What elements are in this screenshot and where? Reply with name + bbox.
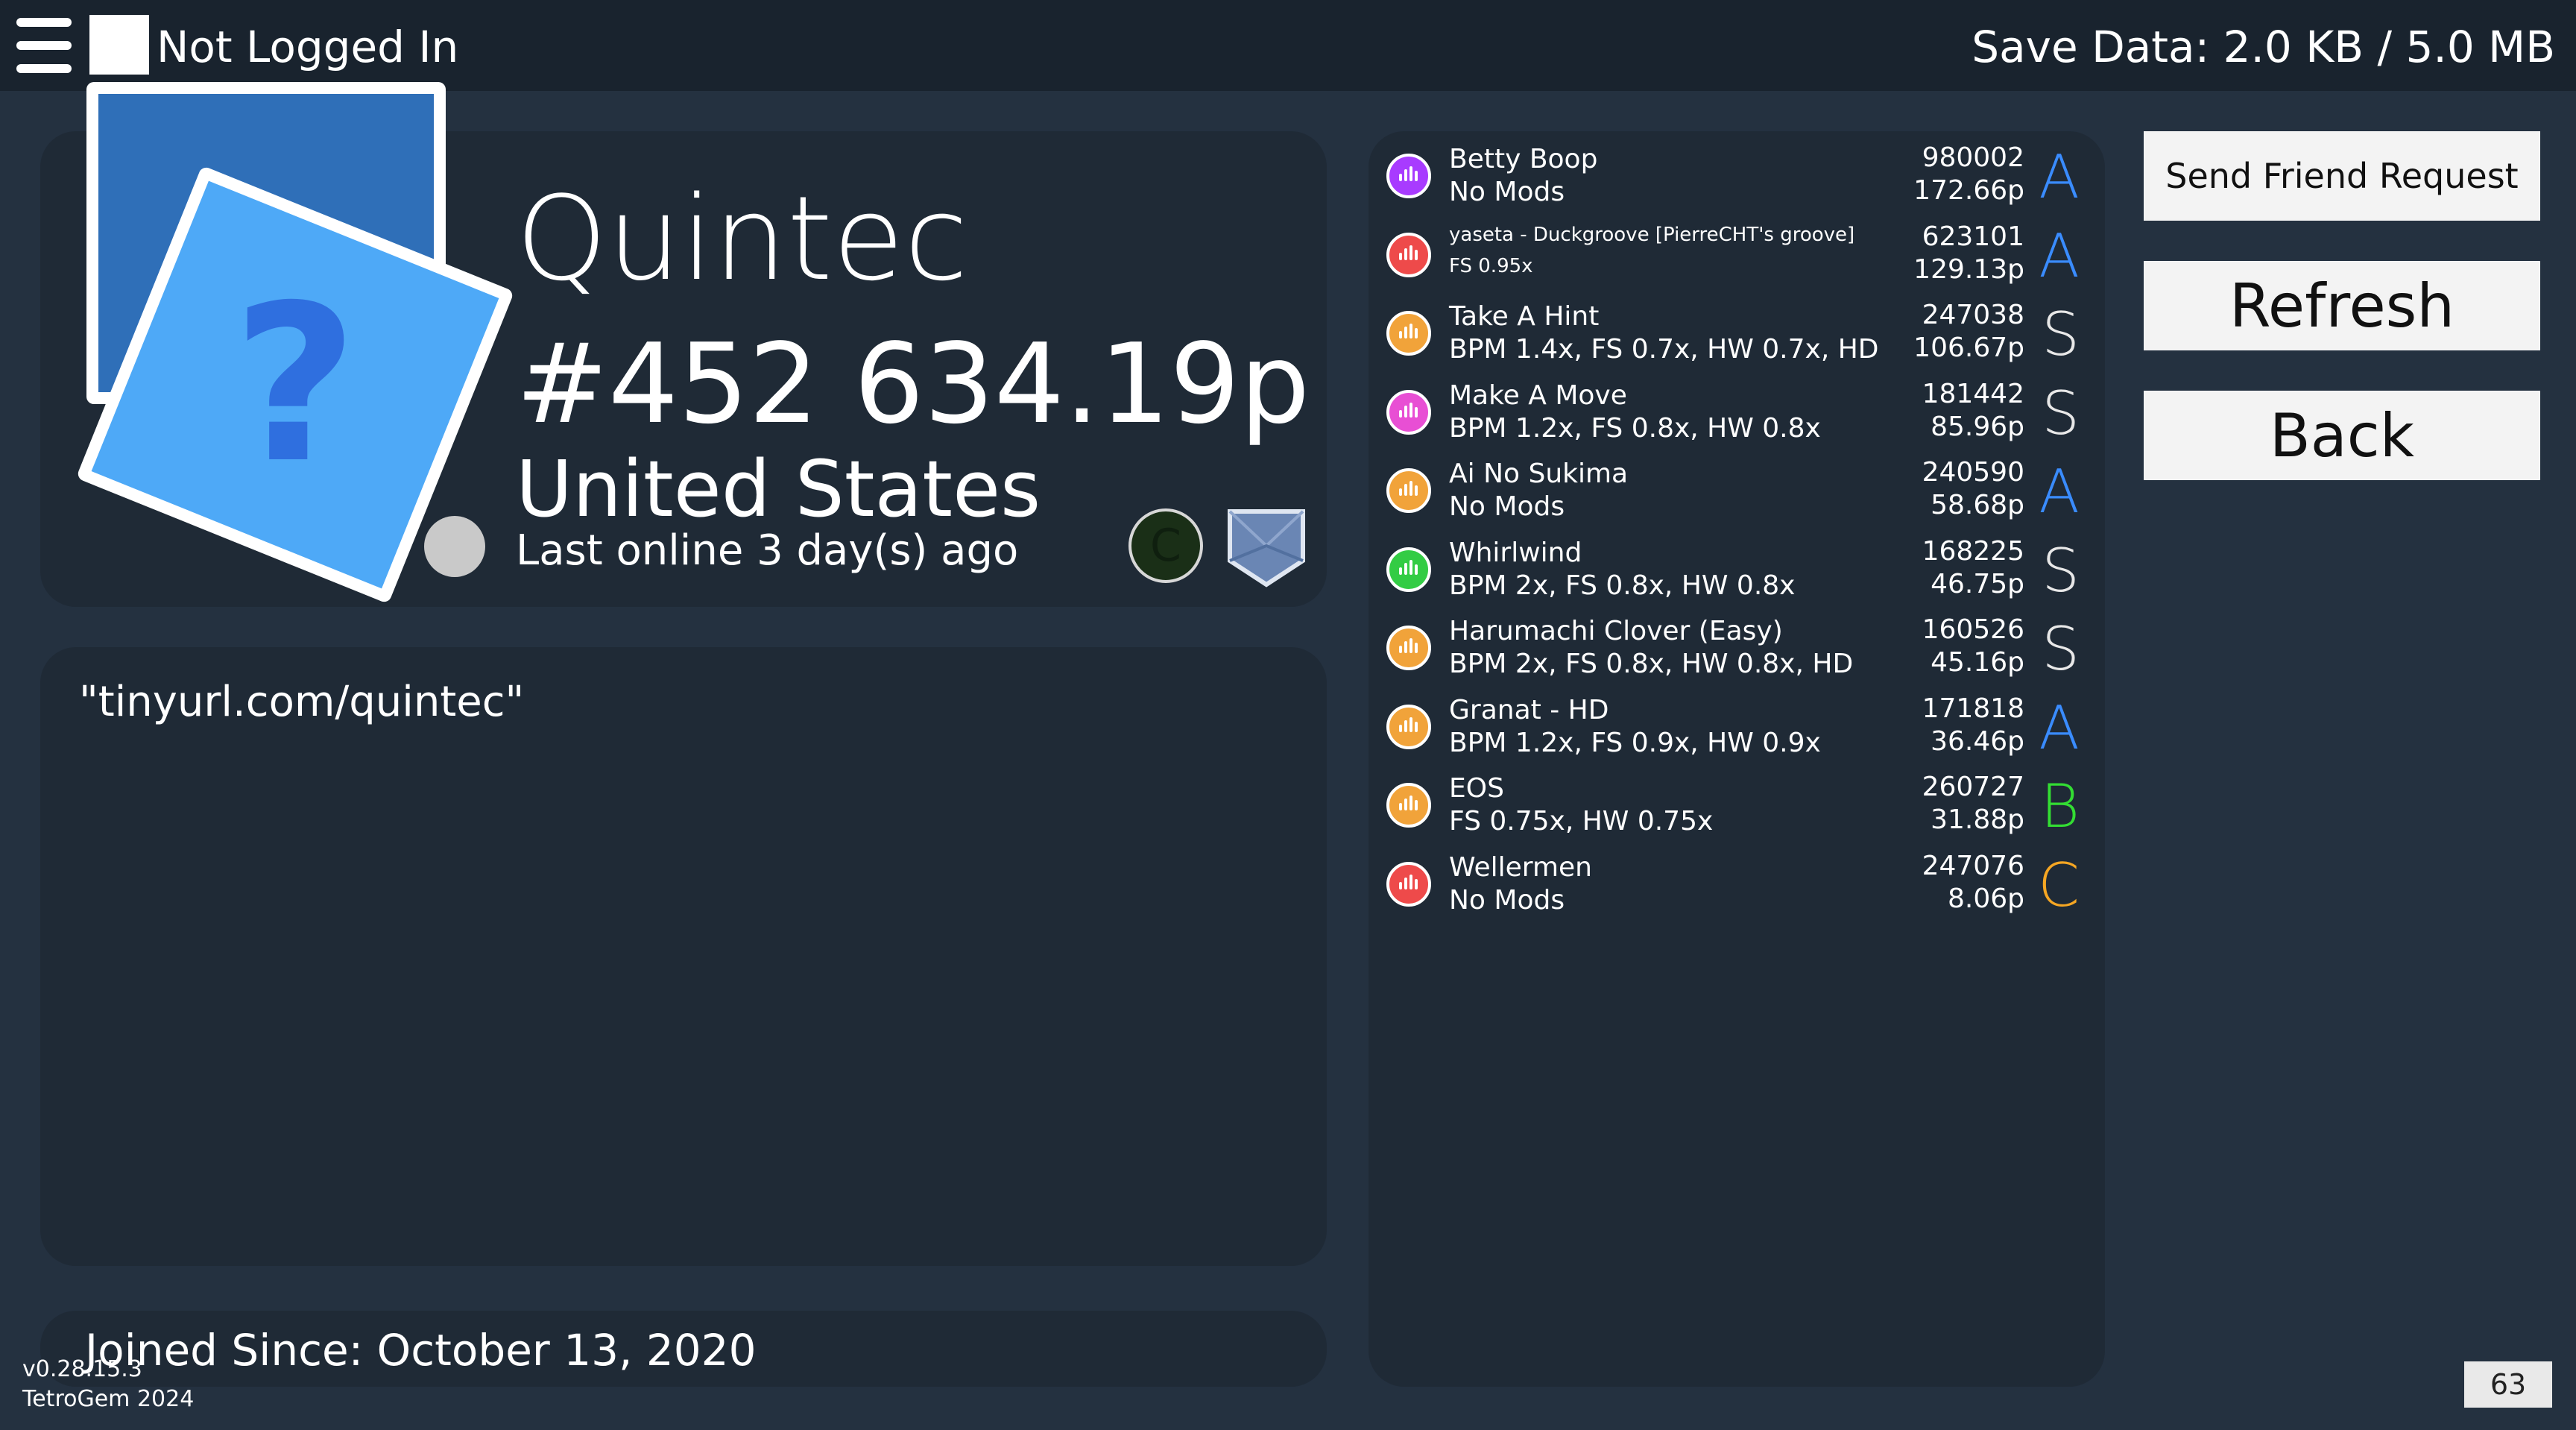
copyright-label: TetroGem 2024 [22, 1386, 195, 1412]
song-title: Granat - HD [1449, 694, 1609, 725]
score-value: 168225 [1922, 535, 2024, 567]
song-title: Ai No Sukima [1449, 459, 1629, 489]
grade-letter: A [2039, 457, 2080, 526]
pp-value: 45.16p [1931, 647, 2024, 678]
profile-last-online: Last online 3 day(s) ago [516, 526, 1019, 575]
song-icon [1386, 311, 1431, 356]
song-title: Betty Boop [1449, 144, 1598, 174]
score-value: 160526 [1922, 614, 2024, 645]
pp-value: 36.46p [1931, 725, 2024, 757]
song-icon [1386, 389, 1431, 435]
grade-letter: S [2042, 300, 2080, 369]
song-title: Make A Move [1449, 379, 1627, 411]
song-mods: No Mods [1449, 491, 1565, 522]
song-title: EOS [1449, 773, 1504, 804]
profile-bio: "tinyurl.com/quintec" [79, 678, 525, 726]
grade-letter: A [2039, 142, 2080, 212]
song-title: Wellermen [1449, 851, 1592, 883]
score-row[interactable]: Ai No Sukima No Mods 240590 58.68p A [1368, 453, 2105, 531]
song-mods: BPM 1.4x, FS 0.7x, HW 0.7x, HD [1449, 334, 1879, 365]
pp-value: 172.66p [1913, 175, 2024, 206]
song-mods: No Mods [1449, 177, 1565, 207]
pp-value: 106.67p [1913, 333, 2024, 363]
grade-letter: S [2042, 614, 2080, 684]
save-data-indicator: Save Data: 2.0 KB / 5.0 MB [1972, 22, 2555, 72]
song-icon [1386, 704, 1431, 749]
top-bar: Not Logged In Save Data: 2.0 KB / 5.0 MB [0, 0, 2576, 91]
pp-value: 8.06p [1947, 883, 2024, 914]
song-icon [1386, 468, 1431, 513]
score-value: 171818 [1922, 693, 2024, 724]
score-row[interactable]: yaseta - Duckgroove [PierreCHT's groove]… [1368, 218, 2105, 295]
c-badge-icon[interactable]: C [1128, 508, 1203, 583]
grade-letter: A [2039, 221, 2080, 291]
profile-username: Quintec [516, 171, 968, 306]
song-mods: No Mods [1449, 884, 1565, 916]
score-value: 623101 [1922, 221, 2024, 252]
song-mods: FS 0.75x, HW 0.75x [1449, 806, 1714, 837]
song-icon [1386, 783, 1431, 828]
score-value: 260727 [1922, 772, 2024, 802]
fps-counter: 63 [2464, 1361, 2552, 1408]
score-row[interactable]: Granat - HD BPM 1.2x, FS 0.9x, HW 0.9x 171… [1368, 690, 2105, 767]
hamburger-menu-icon[interactable] [16, 18, 72, 73]
score-row[interactable]: Wellermen No Mods 247076 8.06p C [1368, 847, 2105, 925]
score-row[interactable]: Harumachi Clover (Easy) BPM 2x, FS 0.8x, … [1368, 611, 2105, 688]
song-mods: FS 0.95x [1449, 254, 1533, 277]
shield-badge-icon[interactable] [1225, 507, 1307, 588]
pp-value: 58.68p [1931, 490, 2024, 520]
song-icon [1386, 861, 1431, 907]
pp-value: 85.96p [1931, 411, 2024, 442]
song-title: Whirlwind [1449, 537, 1582, 568]
song-title: Take A Hint [1449, 301, 1600, 332]
login-status: Not Logged In [157, 22, 459, 72]
score-value: 980002 [1922, 142, 2024, 173]
score-value: 240590 [1922, 457, 2024, 488]
grade-letter: S [2042, 378, 2080, 448]
grade-letter: A [2039, 693, 2080, 763]
user-avatar-placeholder[interactable] [89, 15, 149, 75]
grade-letter: C [2038, 850, 2080, 920]
song-mods: BPM 1.2x, FS 0.8x, HW 0.8x [1449, 412, 1821, 444]
grade-letter: S [2042, 535, 2080, 605]
profile-rank-pp: #452 634.19p [516, 320, 1310, 448]
refresh-button[interactable]: Refresh [2144, 261, 2540, 350]
score-value: 247038 [1922, 300, 2024, 330]
score-row[interactable]: Betty Boop No Mods 980002 172.66p A [1368, 139, 2105, 216]
score-value: 181442 [1922, 378, 2024, 409]
score-row[interactable]: EOS FS 0.75x, HW 0.75x 260727 31.88p B [1368, 768, 2105, 845]
song-icon [1386, 547, 1431, 592]
pp-value: 46.75p [1931, 568, 2024, 599]
score-value: 247076 [1922, 850, 2024, 881]
song-mods: BPM 2x, FS 0.8x, HW 0.8x [1449, 570, 1796, 601]
profile-country: United States [516, 444, 1041, 535]
song-icon [1386, 232, 1431, 277]
grade-letter: B [2040, 772, 2080, 841]
song-mods: BPM 1.2x, FS 0.9x, HW 0.9x [1449, 727, 1821, 758]
song-title: Harumachi Clover (Easy) [1449, 616, 1783, 646]
song-mods: BPM 2x, FS 0.8x, HW 0.8x, HD [1449, 649, 1854, 679]
pp-value: 129.13p [1913, 253, 2024, 285]
bio-panel [40, 647, 1327, 1266]
score-row[interactable]: Whirlwind BPM 2x, FS 0.8x, HW 0.8x 168225 4… [1368, 532, 2105, 610]
online-status-indicator [424, 516, 485, 577]
score-row[interactable]: Take A Hint BPM 1.4x, FS 0.7x, HW 0.7x, H… [1368, 296, 2105, 374]
song-title: yaseta - Duckgroove [PierreCHT's groove] [1449, 223, 1855, 246]
send-friend-request-button[interactable]: Send Friend Request [2144, 131, 2540, 221]
back-button[interactable]: Back [2144, 391, 2540, 480]
song-icon [1386, 626, 1431, 670]
version-label: v0.28.15.3 [22, 1356, 142, 1382]
pp-value: 31.88p [1931, 804, 2024, 835]
joined-date: Joined Since: October 13, 2020 [85, 1325, 757, 1376]
score-row[interactable]: Make A Move BPM 1.2x, FS 0.8x, HW 0.8x 181… [1368, 375, 2105, 453]
song-icon [1386, 154, 1431, 198]
